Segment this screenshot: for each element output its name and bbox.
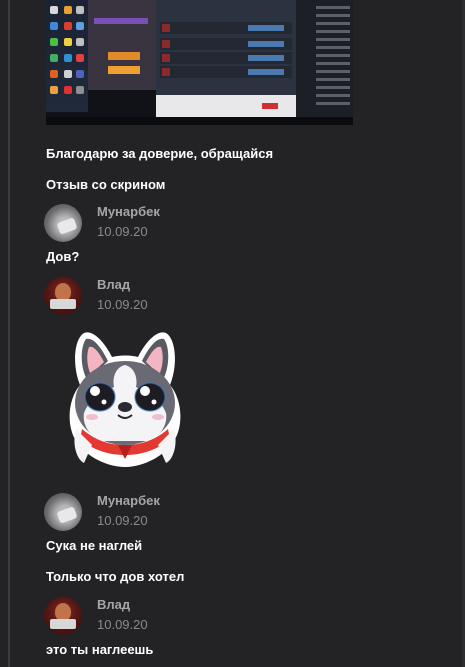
author-name[interactable]: Влад <box>97 277 130 292</box>
message-header: Влад 10.09.20 <box>44 597 424 639</box>
message-text: Только что дов хотел <box>46 569 185 584</box>
author-name[interactable]: Влад <box>97 597 130 612</box>
author-name[interactable]: Мунарбек <box>97 204 160 219</box>
avatar[interactable] <box>44 597 82 635</box>
message-header: Влад 10.09.20 <box>44 277 424 319</box>
message-header: Мунарбек 10.09.20 <box>44 204 424 246</box>
app-window-center <box>156 0 296 95</box>
taskbar <box>46 117 353 125</box>
desktop-icons <box>46 0 88 112</box>
message-date: 10.09.20 <box>97 513 148 528</box>
app-window-left <box>88 0 156 90</box>
message-text: Сука не наглей <box>46 538 143 553</box>
message-text: это ты наглеешь <box>46 642 154 657</box>
avatar[interactable] <box>44 493 82 531</box>
chat-window-right <box>296 0 353 118</box>
avatar[interactable] <box>44 204 82 242</box>
french-bulldog-sticker[interactable] <box>62 325 188 469</box>
message-text: Дов? <box>46 249 80 264</box>
message-header: Мунарбек 10.09.20 <box>44 493 424 535</box>
message-date: 10.09.20 <box>97 224 148 239</box>
message-date: 10.09.20 <box>97 617 148 632</box>
attached-screenshot[interactable] <box>46 0 353 125</box>
message-text: Отзыв со скрином <box>46 177 166 192</box>
message-text: Благодарю за доверие, обращайся <box>46 146 274 161</box>
avatar[interactable] <box>44 277 82 315</box>
message-date: 10.09.20 <box>97 297 148 312</box>
author-name[interactable]: Мунарбек <box>97 493 160 508</box>
thread-line <box>8 0 10 667</box>
